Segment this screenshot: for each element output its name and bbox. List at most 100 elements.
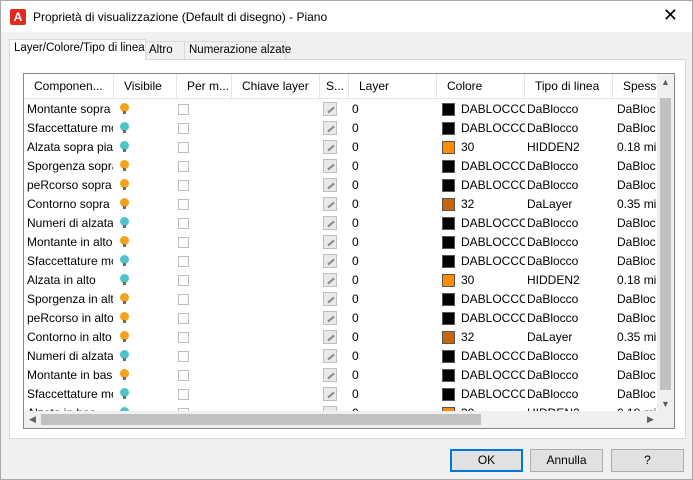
tab-altro[interactable]: Altro bbox=[144, 41, 186, 59]
layer-value[interactable]: 0 bbox=[352, 157, 412, 176]
style-edit-icon[interactable] bbox=[323, 102, 337, 116]
linetype-value[interactable]: DaLayer bbox=[527, 195, 613, 214]
color-value[interactable]: DABLOCCO bbox=[461, 100, 525, 119]
per-m-checkbox[interactable] bbox=[178, 351, 189, 362]
column-header-colore[interactable]: Colore bbox=[437, 74, 525, 99]
lineweight-value[interactable]: DaBloc bbox=[617, 176, 659, 195]
table-row[interactable]: Numeri di alzata 0 DABLOCCO DaBlocco DaBloc bbox=[24, 347, 674, 366]
lightbulb-icon[interactable] bbox=[120, 388, 129, 399]
lightbulb-icon[interactable] bbox=[120, 331, 129, 342]
component-name[interactable]: Contorno sopra bbox=[27, 195, 113, 214]
color-swatch[interactable] bbox=[442, 179, 455, 192]
lightbulb-icon[interactable] bbox=[120, 312, 129, 323]
vertical-scrollbar[interactable]: ▲ ▼ bbox=[657, 74, 674, 413]
style-edit-icon[interactable] bbox=[323, 387, 337, 401]
color-swatch[interactable] bbox=[442, 369, 455, 382]
layer-value[interactable]: 0 bbox=[352, 366, 412, 385]
linetype-value[interactable]: DaBlocco bbox=[527, 214, 613, 233]
layer-value[interactable]: 0 bbox=[352, 347, 412, 366]
table-row[interactable]: Numeri di alzata 0 DABLOCCO DaBlocco DaBloc bbox=[24, 214, 674, 233]
color-value[interactable]: 32 bbox=[461, 195, 525, 214]
layer-value[interactable]: 0 bbox=[352, 252, 412, 271]
column-header-spessore[interactable]: Spesso bbox=[613, 74, 663, 99]
color-swatch[interactable] bbox=[442, 331, 455, 344]
color-swatch[interactable] bbox=[442, 274, 455, 287]
per-m-checkbox[interactable] bbox=[178, 123, 189, 134]
color-value[interactable]: DABLOCCO bbox=[461, 290, 525, 309]
per-m-checkbox[interactable] bbox=[178, 332, 189, 343]
linetype-value[interactable]: DaBlocco bbox=[527, 290, 613, 309]
close-icon[interactable]: ✕ bbox=[663, 7, 678, 25]
style-edit-icon[interactable] bbox=[323, 311, 337, 325]
component-name[interactable]: Montante in alto bbox=[27, 233, 113, 252]
linetype-value[interactable]: DaBlocco bbox=[527, 157, 613, 176]
lightbulb-icon[interactable] bbox=[120, 217, 129, 228]
color-swatch[interactable] bbox=[442, 236, 455, 249]
linetype-value[interactable]: DaBlocco bbox=[527, 100, 613, 119]
lineweight-value[interactable]: DaBloc bbox=[617, 157, 659, 176]
lineweight-value[interactable]: DaBloc bbox=[617, 290, 659, 309]
table-row[interactable]: Contorno sopra 0 32 DaLayer 0.35 mi bbox=[24, 195, 674, 214]
lightbulb-icon[interactable] bbox=[120, 160, 129, 171]
style-edit-icon[interactable] bbox=[323, 197, 337, 211]
linetype-value[interactable]: DaLayer bbox=[527, 328, 613, 347]
component-name[interactable]: Sfaccettature mo bbox=[27, 252, 113, 271]
layer-value[interactable]: 0 bbox=[352, 176, 412, 195]
table-row[interactable]: Sporgenza in alt 0 DABLOCCO DaBlocco DaBloc bbox=[24, 290, 674, 309]
column-header-tipo-di-linea[interactable]: Tipo di linea bbox=[525, 74, 613, 99]
component-name[interactable]: Montante sopra bbox=[27, 100, 113, 119]
component-name[interactable]: Alzata in alto bbox=[27, 271, 113, 290]
column-header-chiave-layer[interactable]: Chiave layer bbox=[232, 74, 320, 99]
table-row[interactable]: Montante in alto 0 DABLOCCO DaBlocco DaBloc bbox=[24, 233, 674, 252]
lightbulb-icon[interactable] bbox=[120, 179, 129, 190]
per-m-checkbox[interactable] bbox=[178, 199, 189, 210]
table-row[interactable]: Sfaccettature mo 0 DABLOCCO DaBlocco DaBloc bbox=[24, 252, 674, 271]
style-edit-icon[interactable] bbox=[323, 216, 337, 230]
linetype-value[interactable]: DaBlocco bbox=[527, 252, 613, 271]
cancel-button[interactable]: Annulla bbox=[530, 449, 603, 472]
component-name[interactable]: Numeri di alzata bbox=[27, 214, 113, 233]
component-name[interactable]: Sporgenza sopra bbox=[27, 157, 113, 176]
vertical-scroll-thumb[interactable] bbox=[660, 98, 671, 390]
style-edit-icon[interactable] bbox=[323, 121, 337, 135]
color-swatch[interactable] bbox=[442, 103, 455, 116]
lineweight-value[interactable]: DaBloc bbox=[617, 385, 659, 404]
linetype-value[interactable]: DaBlocco bbox=[527, 119, 613, 138]
lightbulb-icon[interactable] bbox=[120, 255, 129, 266]
component-name[interactable]: Montante in bas bbox=[27, 366, 113, 385]
linetype-value[interactable]: DaBlocco bbox=[527, 309, 613, 328]
component-name[interactable]: Sfaccettature mo bbox=[27, 385, 113, 404]
color-value[interactable]: DABLOCCO bbox=[461, 214, 525, 233]
linetype-value[interactable]: DaBlocco bbox=[527, 366, 613, 385]
ok-button[interactable]: OK bbox=[450, 449, 523, 472]
table-row[interactable]: Contorno in alto 0 32 DaLayer 0.35 mi bbox=[24, 328, 674, 347]
style-edit-icon[interactable] bbox=[323, 349, 337, 363]
table-row[interactable]: peRcorso in alto 0 DABLOCCO DaBlocco DaBloc bbox=[24, 309, 674, 328]
column-header-layer[interactable]: Layer bbox=[349, 74, 437, 99]
table-row[interactable]: Sporgenza sopra 0 DABLOCCO DaBlocco DaBloc bbox=[24, 157, 674, 176]
color-swatch[interactable] bbox=[442, 312, 455, 325]
layer-value[interactable]: 0 bbox=[352, 214, 412, 233]
layer-value[interactable]: 0 bbox=[352, 290, 412, 309]
component-name[interactable]: Sporgenza in alt bbox=[27, 290, 113, 309]
color-value[interactable]: 30 bbox=[461, 138, 525, 157]
color-value[interactable]: 32 bbox=[461, 328, 525, 347]
color-value[interactable]: DABLOCCO bbox=[461, 176, 525, 195]
color-value[interactable]: DABLOCCO bbox=[461, 157, 525, 176]
per-m-checkbox[interactable] bbox=[178, 275, 189, 286]
lineweight-value[interactable]: 0.35 mi bbox=[617, 195, 659, 214]
component-name[interactable]: Numeri di alzata bbox=[27, 347, 113, 366]
table-row[interactable]: Sfaccettature mo 0 DABLOCCO DaBlocco DaBloc bbox=[24, 385, 674, 404]
per-m-checkbox[interactable] bbox=[178, 180, 189, 191]
layer-value[interactable]: 0 bbox=[352, 385, 412, 404]
color-swatch[interactable] bbox=[442, 198, 455, 211]
lineweight-value[interactable]: DaBloc bbox=[617, 214, 659, 233]
lineweight-value[interactable]: DaBloc bbox=[617, 233, 659, 252]
table-row[interactable]: Alzata in alto 0 30 HIDDEN2 0.18 mi bbox=[24, 271, 674, 290]
table-row[interactable]: Alzata sopra pia 0 30 HIDDEN2 0.18 mi bbox=[24, 138, 674, 157]
lightbulb-icon[interactable] bbox=[120, 274, 129, 285]
color-swatch[interactable] bbox=[442, 350, 455, 363]
color-swatch[interactable] bbox=[442, 255, 455, 268]
color-value[interactable]: DABLOCCO bbox=[461, 233, 525, 252]
layer-value[interactable]: 0 bbox=[352, 100, 412, 119]
